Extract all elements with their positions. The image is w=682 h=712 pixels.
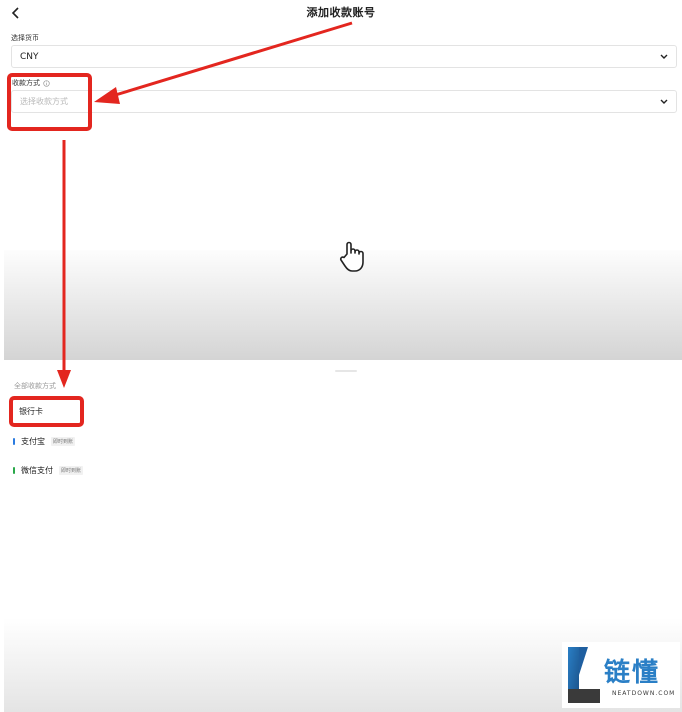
arrow-head-bank-card: [57, 370, 71, 388]
watermark-logo-icon: [568, 647, 600, 703]
watermark-brand: 链懂: [604, 658, 661, 688]
annotation-arrows: [57, 21, 353, 388]
arrow-to-method: [111, 21, 353, 98]
arrow-head-method: [94, 87, 120, 104]
watermark-sub: NEATDOWN.COM: [612, 690, 676, 697]
